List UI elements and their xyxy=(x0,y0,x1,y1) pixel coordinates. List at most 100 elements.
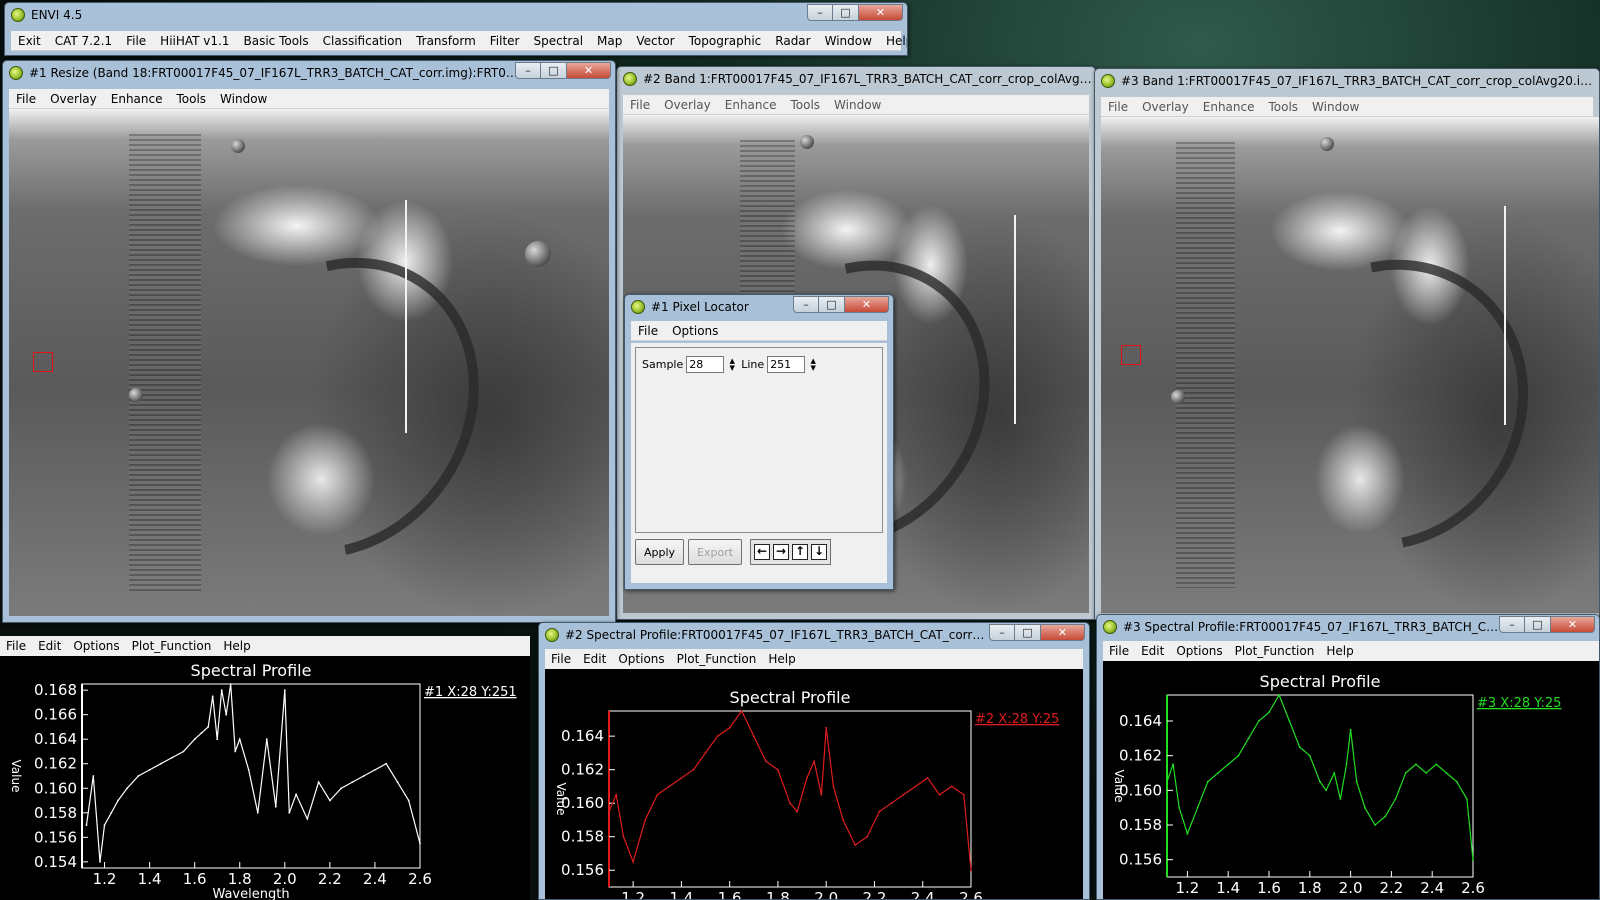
plot-2-menu-edit[interactable]: Edit xyxy=(577,652,612,666)
display-1-menu-enhance[interactable]: Enhance xyxy=(104,92,170,106)
spectral-plot-3-window: #3 Spectral Profile:FRT00017F45_07_IF167… xyxy=(1096,614,1600,900)
arrow-left-icon[interactable]: ← xyxy=(754,544,771,560)
display-3-menu-enhance[interactable]: Enhance xyxy=(1196,100,1262,114)
minimize-button[interactable]: – xyxy=(1499,616,1525,633)
crater xyxy=(129,387,143,402)
sample-spinner[interactable]: ▲ ▼ xyxy=(727,356,737,373)
line-input[interactable]: 251 xyxy=(767,356,806,373)
menu-basic-tools[interactable]: Basic Tools xyxy=(237,34,316,48)
maximize-button[interactable]: □ xyxy=(1525,616,1551,633)
spectral-plot-1[interactable]: Spectral Profile 1.2 1.4 1.6 1.8 2.0 2.2 2.4 2.6… xyxy=(0,656,530,900)
spectrum-point xyxy=(99,861,101,863)
display-2-menu-tools[interactable]: Tools xyxy=(783,98,827,112)
close-button[interactable]: ✕ xyxy=(859,4,903,21)
y-tick-label: 0.156 xyxy=(561,861,604,879)
display-3-menu-overlay[interactable]: Overlay xyxy=(1135,100,1196,114)
spectral-plot-2[interactable]: Spectral Profile 1.2 1.4 1.6 1.8 2.0 2.2 2.4 2.6… xyxy=(545,669,1085,900)
locator-menu-file[interactable]: File xyxy=(631,324,665,338)
spectrum-point xyxy=(126,787,128,790)
plot-2-menu-help[interactable]: Help xyxy=(762,652,801,666)
arrow-down-icon[interactable]: ↓ xyxy=(811,544,828,560)
plot-3-menu-file[interactable]: File xyxy=(1103,644,1135,658)
minimize-button[interactable]: – xyxy=(515,62,541,79)
display-1-menu-file[interactable]: File xyxy=(9,92,43,106)
plot-3-menu-options[interactable]: Options xyxy=(1170,644,1228,658)
close-button[interactable]: ✕ xyxy=(845,296,889,313)
maximize-button[interactable]: □ xyxy=(541,62,567,79)
menu-file[interactable]: File xyxy=(119,34,153,48)
display-2-menu-file[interactable]: File xyxy=(623,98,657,112)
display-3-menu-window[interactable]: Window xyxy=(1305,100,1366,114)
display-1-image[interactable] xyxy=(9,109,609,616)
display-3-menu-file[interactable]: File xyxy=(1101,100,1135,114)
arrow-up-icon[interactable]: ↑ xyxy=(792,544,809,560)
display-1-menu-tools[interactable]: Tools xyxy=(169,92,213,106)
close-button[interactable]: ✕ xyxy=(1551,616,1595,633)
plot-3-menu-help[interactable]: Help xyxy=(1320,644,1359,658)
display-1-menu-window[interactable]: Window xyxy=(213,92,274,106)
maximize-button[interactable]: □ xyxy=(833,4,859,21)
sample-input[interactable]: 28 xyxy=(686,356,725,373)
close-button[interactable]: ✕ xyxy=(567,62,611,79)
menu-radar[interactable]: Radar xyxy=(768,34,817,48)
display-2-menu-overlay[interactable]: Overlay xyxy=(657,98,718,112)
plot-2-menu-plot-function[interactable]: Plot_Function xyxy=(671,652,763,666)
plot-2-menu-file[interactable]: File xyxy=(545,652,577,666)
menu-topographic[interactable]: Topographic xyxy=(682,34,769,48)
display-2-menu-window[interactable]: Window xyxy=(827,98,888,112)
envi-titlebar[interactable]: ENVI 4.5 xyxy=(5,3,907,27)
plot-2-menu-options[interactable]: Options xyxy=(612,652,670,666)
display-3-menu-tools[interactable]: Tools xyxy=(1261,100,1305,114)
display-1-menu-overlay[interactable]: Overlay xyxy=(43,92,104,106)
menu-transform[interactable]: Transform xyxy=(409,34,483,48)
spectrum-point xyxy=(1206,780,1209,783)
display-3-image[interactable] xyxy=(1101,117,1599,613)
x-tick-label: 2.4 xyxy=(1420,879,1444,897)
menu-help[interactable]: Help xyxy=(879,34,907,48)
plot-1-menu-edit[interactable]: Edit xyxy=(32,639,67,653)
menu-exit[interactable]: Exit xyxy=(11,34,48,48)
menu-filter[interactable]: Filter xyxy=(483,34,527,48)
plot-frame xyxy=(1166,694,1474,878)
x-tick-label: 2.0 xyxy=(814,889,838,900)
display-3-titlebar[interactable]: #3 Band 1:FRT00017F45_07_IF167L_TRR3_BAT… xyxy=(1095,69,1599,93)
display-2-icon xyxy=(623,72,637,86)
close-button[interactable]: ✕ xyxy=(1041,624,1085,641)
arrow-right-icon[interactable]: → xyxy=(773,544,790,560)
display-2-menu-enhance[interactable]: Enhance xyxy=(718,98,784,112)
minimize-button[interactable]: – xyxy=(807,4,833,21)
plot-3-menu-edit[interactable]: Edit xyxy=(1135,644,1170,658)
display-2-titlebar[interactable]: #2 Band 1:FRT00017F45_07_IF167L_TRR3_BAT… xyxy=(617,67,1095,91)
locator-menu-options[interactable]: Options xyxy=(665,324,725,338)
x-tick-label: 2.2 xyxy=(863,889,887,900)
minimize-button[interactable]: – xyxy=(793,296,819,313)
plot-3-menu-plot-function[interactable]: Plot_Function xyxy=(1229,644,1321,658)
menu-vector[interactable]: Vector xyxy=(629,34,681,48)
maximize-button[interactable]: □ xyxy=(819,296,845,313)
y-tick-label: 0.160 xyxy=(34,779,77,797)
spectrum-point xyxy=(160,762,162,765)
apply-button[interactable]: Apply xyxy=(635,539,685,565)
plot-1-menu-file[interactable]: File xyxy=(0,639,32,653)
menu-spectral[interactable]: Spectral xyxy=(526,34,590,48)
spectrum-point xyxy=(1425,772,1427,774)
menu-map[interactable]: Map xyxy=(590,34,629,48)
spectral-plot-3[interactable]: Spectral Profile 1.2 1.4 1.6 1.8 2.0 2.2 2.4 2.6… xyxy=(1103,661,1600,900)
display-2-title: #2 Band 1:FRT00017F45_07_IF167L_TRR3_BAT… xyxy=(643,72,1095,86)
plot-1-menu-plot-function[interactable]: Plot_Function xyxy=(126,639,218,653)
spectrum-point xyxy=(148,769,151,771)
menu-classification[interactable]: Classification xyxy=(316,34,409,48)
menu-hiihat[interactable]: HiiHAT v1.1 xyxy=(153,34,236,48)
spectrum-point xyxy=(890,802,893,805)
spectrum-point xyxy=(247,769,250,771)
menu-window[interactable]: Window xyxy=(818,34,879,48)
maximize-button[interactable]: □ xyxy=(1015,624,1041,641)
spectrum-point xyxy=(622,835,625,838)
plot-1-menu-help[interactable]: Help xyxy=(217,639,256,653)
spectrum-point xyxy=(740,710,743,712)
menu-cat[interactable]: CAT 7.2.1 xyxy=(48,34,119,48)
plot-1-menu-options[interactable]: Options xyxy=(67,639,125,653)
minimize-button[interactable]: – xyxy=(989,624,1015,641)
spectrum-point xyxy=(926,777,929,779)
line-spinner[interactable]: ▲ ▼ xyxy=(808,356,818,373)
